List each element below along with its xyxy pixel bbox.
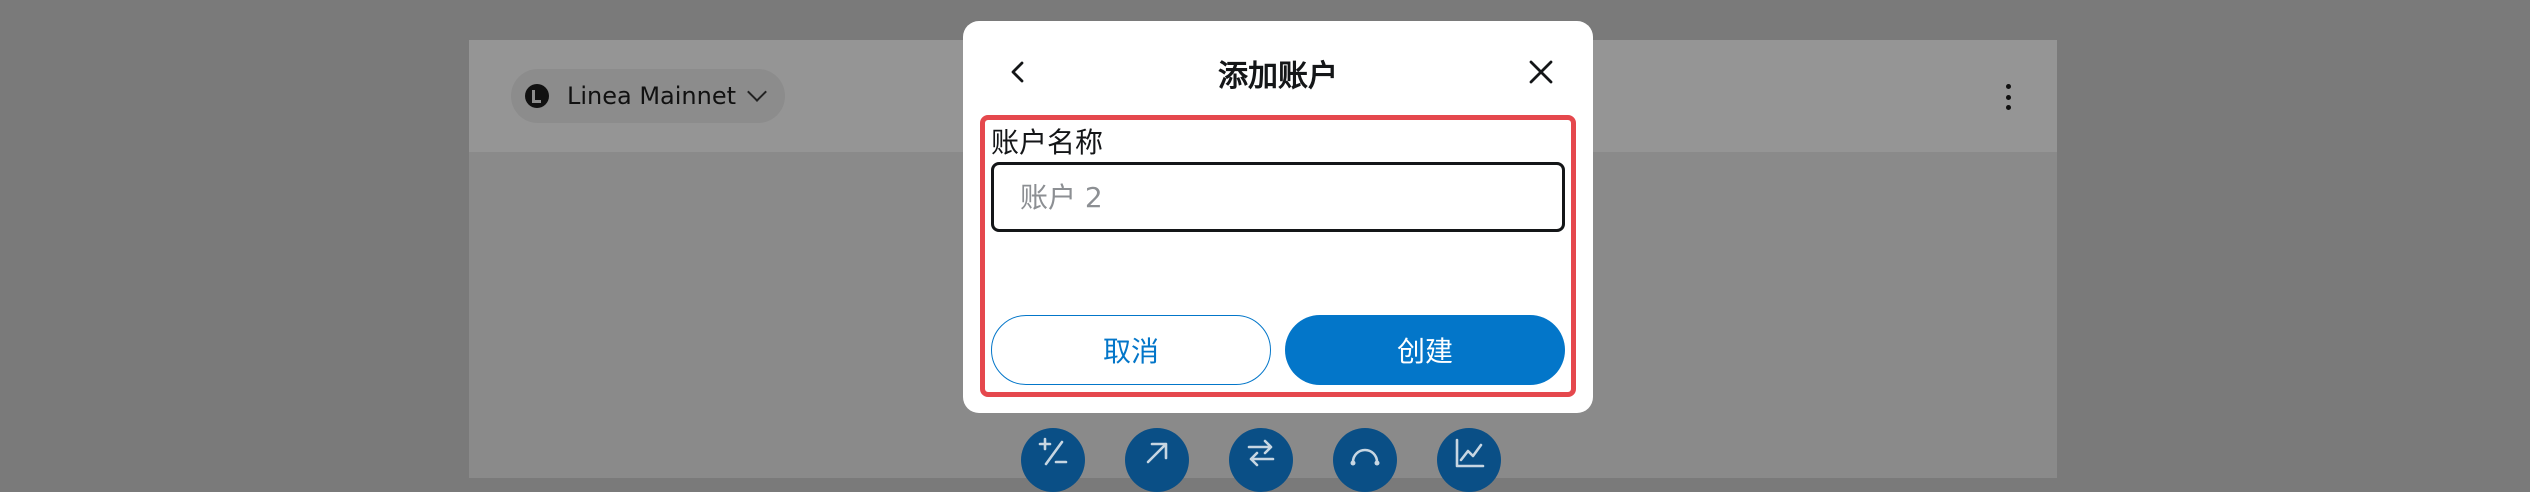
portfolio-chart-icon bbox=[1455, 438, 1485, 468]
chevron-down-icon bbox=[747, 82, 767, 102]
send-arrow-icon bbox=[1146, 442, 1168, 464]
bridge-icon bbox=[1350, 448, 1380, 466]
wallet-actions bbox=[1021, 428, 1501, 492]
portfolio-button[interactable] bbox=[1437, 428, 1501, 492]
close-button[interactable] bbox=[1525, 56, 1557, 88]
network-label: Linea Mainnet bbox=[567, 82, 737, 110]
modal-title: 添加账户 bbox=[1218, 59, 1338, 94]
create-button[interactable]: 创建 bbox=[1285, 315, 1565, 385]
account-name-input[interactable] bbox=[991, 162, 1565, 232]
linea-logo-icon bbox=[525, 84, 549, 108]
swap-button[interactable] bbox=[1229, 428, 1293, 492]
bridge-button[interactable] bbox=[1333, 428, 1397, 492]
send-button[interactable] bbox=[1125, 428, 1189, 492]
cancel-button[interactable]: 取消 bbox=[991, 315, 1271, 385]
kebab-menu-icon[interactable] bbox=[2005, 84, 2011, 110]
account-name-label: 账户名称 bbox=[991, 126, 1104, 159]
buy-sell-button[interactable] bbox=[1021, 428, 1085, 492]
swap-arrows-icon bbox=[1247, 439, 1275, 467]
close-icon bbox=[1529, 60, 1553, 84]
network-selector[interactable]: Linea Mainnet bbox=[511, 69, 785, 123]
buy-sell-icon bbox=[1038, 437, 1068, 466]
add-account-modal: 添加账户 账户名称 取消 创建 bbox=[963, 21, 1593, 413]
